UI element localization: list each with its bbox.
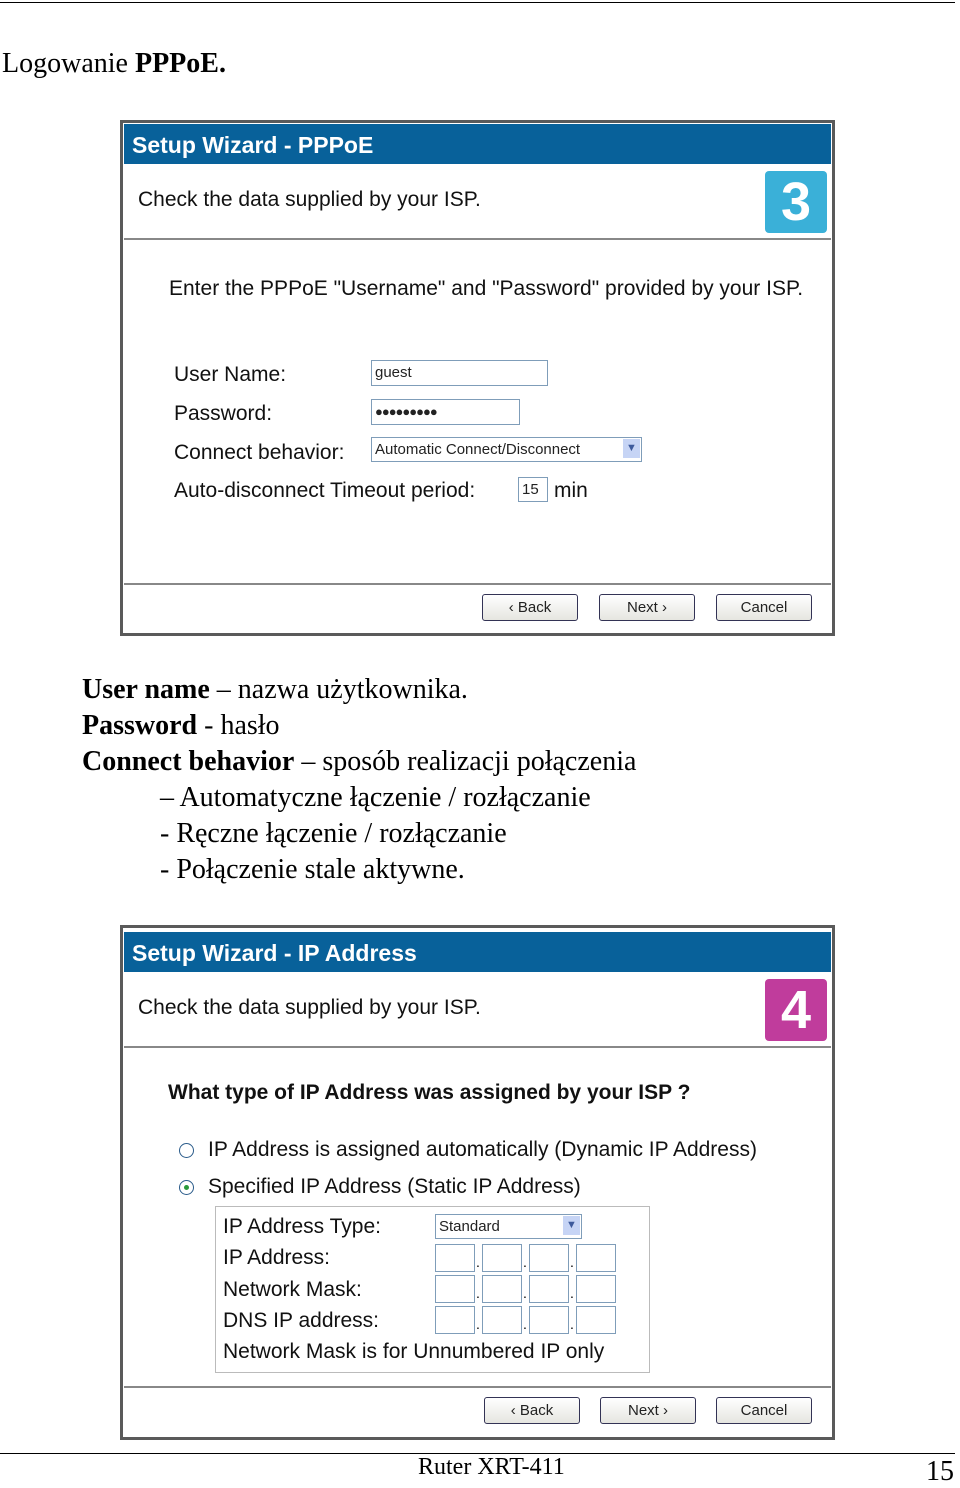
mask-octet-input[interactable]	[529, 1275, 569, 1303]
explanation-connect: Connect behavior – sposób realizacji poł…	[82, 746, 637, 777]
static-ip-fieldset: IP Address Type: Standard ▼ IP Address: N…	[215, 1206, 650, 1373]
dns-octet-input[interactable]	[435, 1306, 475, 1334]
octet-separator: .	[523, 1316, 527, 1332]
step-3-icon: 3	[765, 171, 827, 233]
dns-label: DNS IP address:	[223, 1309, 380, 1332]
explanation-password: Password - hasło	[82, 710, 280, 741]
next-button[interactable]: Next ›	[599, 594, 695, 621]
ip-wizard: Setup Wizard - IP Address Check the data…	[120, 925, 835, 1440]
cancel-button[interactable]: Cancel	[716, 1397, 812, 1424]
ip-octet-input[interactable]	[576, 1244, 616, 1272]
radio-dynamic[interactable]	[179, 1143, 194, 1158]
octet-separator: .	[523, 1285, 527, 1301]
wizard-title: Setup Wizard - IP Address	[124, 932, 831, 972]
button-bar: ‹ Back Next › Cancel	[124, 1386, 831, 1436]
octet-separator: .	[570, 1254, 574, 1270]
octet-separator: .	[476, 1316, 480, 1332]
connect-behavior-select[interactable]: Automatic Connect/Disconnect ▼	[371, 437, 642, 462]
instruction: Enter the PPPoE "Username" and "Password…	[169, 277, 804, 300]
timeout-input[interactable]: 15	[518, 477, 548, 502]
ip-octet-input[interactable]	[529, 1244, 569, 1272]
wizard-subheader: Check the data supplied by your ISP. 3	[124, 166, 831, 240]
option-always: - Połączenie stale aktywne.	[160, 854, 465, 885]
chevron-down-icon: ▼	[623, 439, 640, 458]
connect-behavior-label: Connect behavior:	[174, 441, 345, 464]
next-button[interactable]: Next ›	[600, 1397, 696, 1424]
radio-dynamic-label[interactable]: IP Address is assigned automatically (Dy…	[208, 1138, 757, 1162]
step-4-icon: 4	[765, 979, 827, 1041]
wizard-subheader: Check the data supplied by your ISP. 4	[124, 974, 831, 1048]
footer-title: Ruter XRT-411	[418, 1454, 565, 1480]
wizard-title: Setup Wizard - PPPoE	[124, 124, 831, 164]
ip-octet-input[interactable]	[482, 1244, 522, 1272]
back-button[interactable]: ‹ Back	[484, 1397, 580, 1424]
pppoe-wizard: Setup Wizard - PPPoE Check the data supp…	[120, 120, 835, 636]
mask-octet-input[interactable]	[435, 1275, 475, 1303]
user-name-label: User Name:	[174, 363, 287, 386]
explanation-user-name: User name – nazwa użytkownika.	[82, 674, 468, 705]
octet-separator: .	[476, 1254, 480, 1270]
ip-type-select[interactable]: Standard ▼	[435, 1214, 582, 1239]
back-button[interactable]: ‹ Back	[482, 594, 578, 621]
timeout-label: Auto-disconnect Timeout period:	[174, 479, 476, 502]
radio-static-label[interactable]: Specified IP Address (Static IP Address)	[208, 1175, 581, 1199]
option-auto: – Automatyczne łączenie / rozłączanie	[160, 782, 591, 813]
dns-octet-input[interactable]	[576, 1306, 616, 1334]
chevron-down-icon: ▼	[563, 1216, 580, 1235]
octet-separator: .	[523, 1254, 527, 1270]
page-title: Logowanie PPPoE.	[2, 48, 226, 79]
mask-octet-input[interactable]	[576, 1275, 616, 1303]
password-label: Password:	[174, 402, 273, 425]
subtitle: Check the data supplied by your ISP.	[138, 188, 481, 211]
cancel-button[interactable]: Cancel	[716, 594, 812, 621]
select-value: Automatic Connect/Disconnect	[375, 441, 581, 458]
option-manual: - Ręczne łączenie / rozłączanie	[160, 818, 507, 849]
radio-static[interactable]	[179, 1180, 194, 1195]
timeout-unit: min	[554, 479, 588, 502]
subtitle: Check the data supplied by your ISP.	[138, 996, 481, 1019]
octet-separator: .	[570, 1285, 574, 1301]
octet-separator: .	[570, 1316, 574, 1332]
select-value: Standard	[439, 1218, 500, 1235]
dns-octet-input[interactable]	[482, 1306, 522, 1334]
page-number: 15	[926, 1456, 954, 1487]
user-name-input[interactable]: guest	[371, 360, 548, 386]
unnumbered-note: Network Mask is for Unnumbered IP only	[223, 1340, 605, 1363]
dns-octet-input[interactable]	[529, 1306, 569, 1334]
network-mask-label: Network Mask:	[223, 1278, 362, 1301]
password-input[interactable]: ●●●●●●●●●	[371, 399, 520, 425]
mask-octet-input[interactable]	[482, 1275, 522, 1303]
button-bar: ‹ Back Next › Cancel	[124, 583, 831, 633]
octet-separator: .	[476, 1285, 480, 1301]
ip-address-label: IP Address:	[223, 1246, 331, 1269]
ip-type-label: IP Address Type:	[223, 1215, 381, 1238]
ip-question: What type of IP Address was assigned by …	[168, 1081, 691, 1104]
ip-octet-input[interactable]	[435, 1244, 475, 1272]
top-rule	[0, 2, 955, 3]
